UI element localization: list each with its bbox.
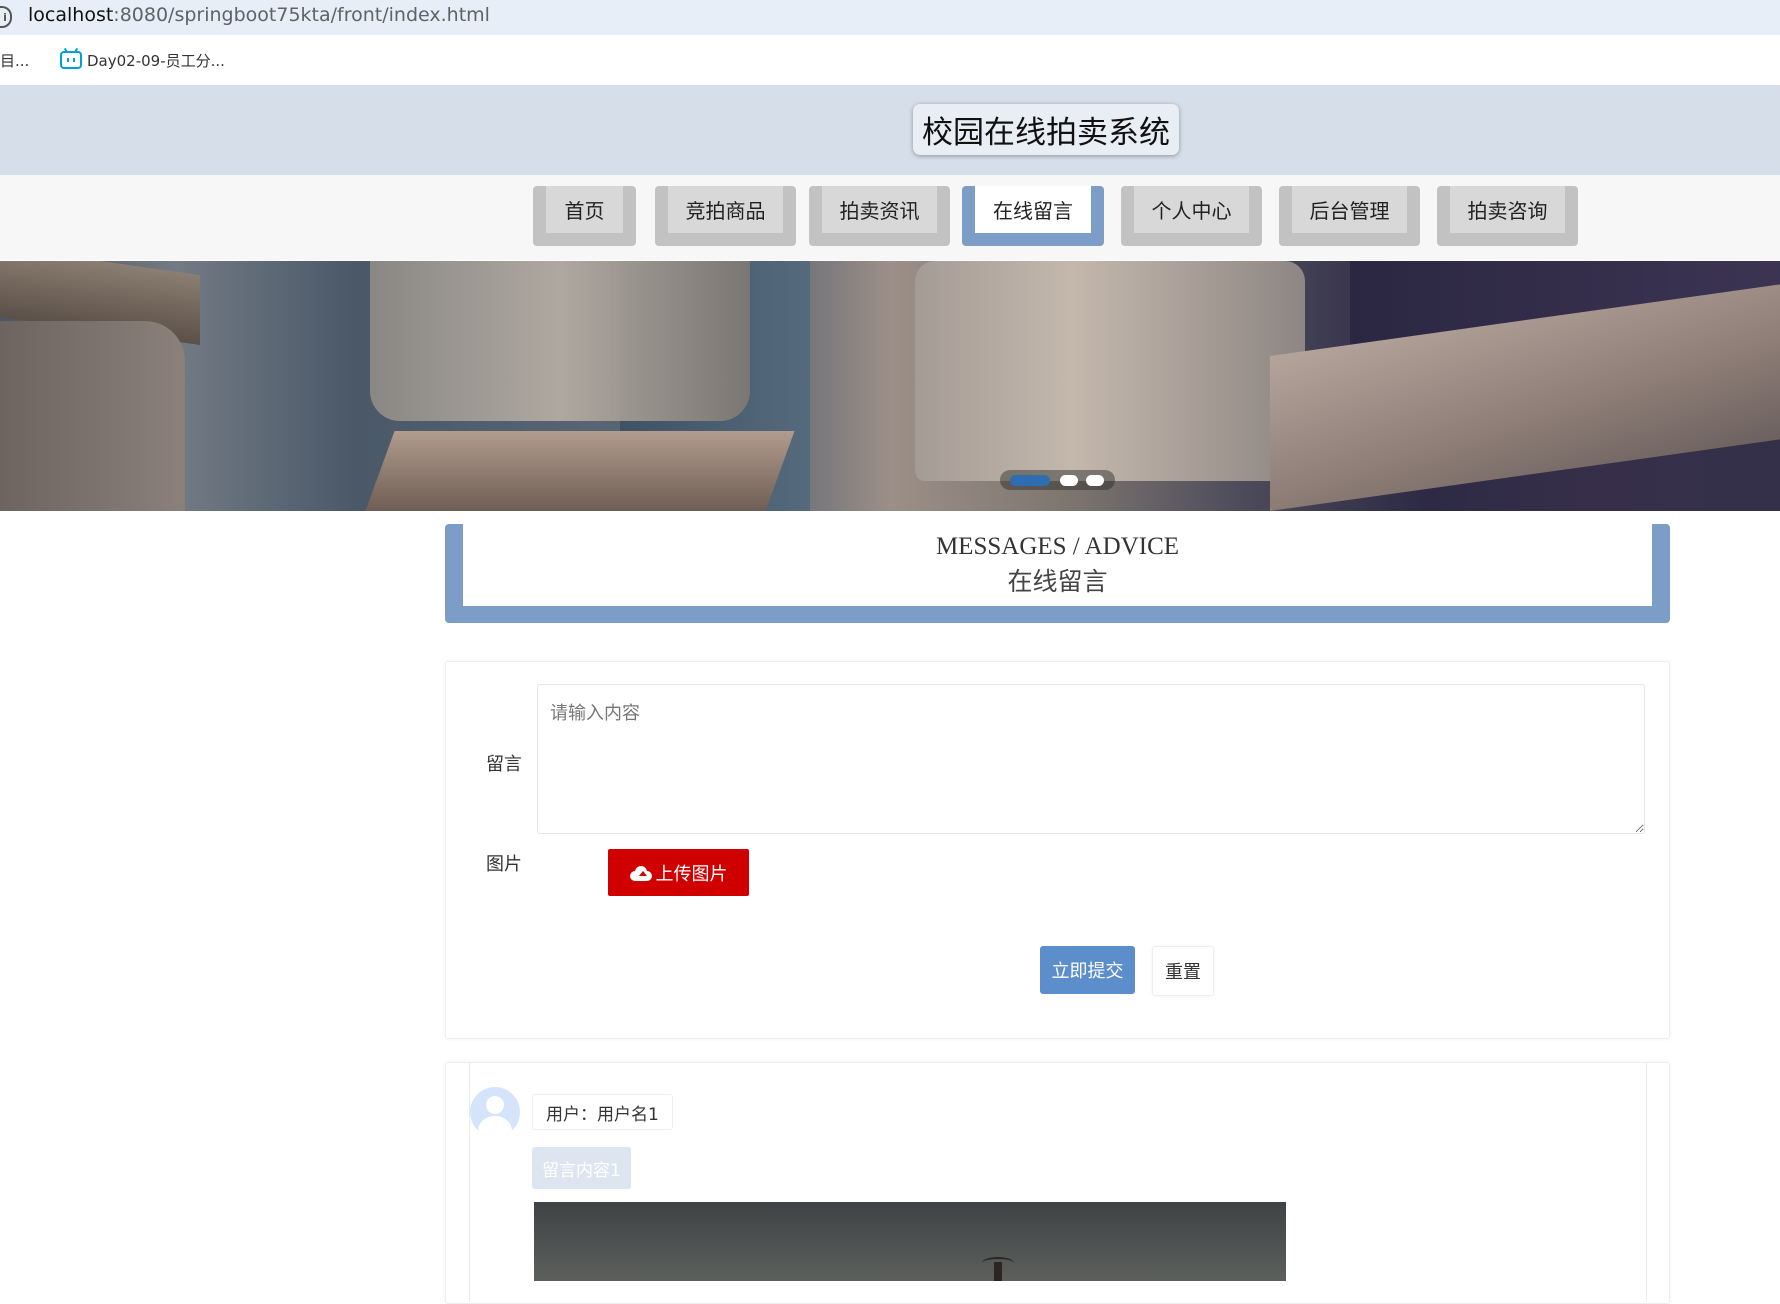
upload-image-button[interactable]: 上传图片	[608, 849, 749, 896]
reset-button[interactable]: 重置	[1152, 946, 1214, 996]
site-header	[0, 85, 1780, 175]
nav-item-label: 拍卖咨询	[1450, 186, 1565, 233]
message-textarea[interactable]	[537, 684, 1645, 834]
carousel-indicators	[1000, 470, 1115, 490]
nav-item-label: 首页	[546, 186, 623, 233]
nav-item-auction-goods[interactable]: 竞拍商品	[655, 186, 796, 246]
site-title: 校园在线拍卖系统	[913, 104, 1179, 155]
bookmark-item[interactable]: Day02-09-员工分...	[87, 50, 225, 71]
cloud-upload-icon	[629, 865, 652, 881]
message-label: 留言	[486, 754, 522, 775]
carousel-dot[interactable]	[1086, 475, 1104, 486]
bilibili-icon	[60, 51, 82, 69]
nav-item-messages[interactable]: 在线留言	[962, 186, 1104, 246]
section-title-en: MESSAGES / ADVICE	[935, 533, 1180, 560]
bilibili-eye-right	[73, 58, 75, 62]
banner-desk-middle	[365, 431, 795, 511]
nav-item-label: 在线留言	[975, 186, 1091, 233]
url-host: localhost	[28, 4, 114, 26]
nav-item-label: 拍卖资讯	[822, 186, 937, 233]
nav-item-home[interactable]: 首页	[533, 186, 636, 246]
url-path: :8080/springboot75kta/front/index.html	[113, 4, 490, 26]
image-tree-trunk	[994, 1262, 1002, 1281]
user-avatar-icon	[470, 1087, 520, 1137]
comment-image	[534, 1202, 1286, 1281]
comment-username: 用户：用户名1	[532, 1094, 673, 1130]
submit-button[interactable]: 立即提交	[1040, 946, 1135, 994]
upload-button-label: 上传图片	[655, 863, 728, 885]
bilibili-eye-left	[67, 58, 69, 62]
carousel-dot[interactable]	[1060, 475, 1078, 486]
nav-item-label: 竞拍商品	[668, 186, 783, 233]
banner-chair-right	[915, 261, 1305, 481]
banner-carousel[interactable]	[0, 261, 1780, 511]
bookmarks-bar	[0, 35, 1780, 85]
image-label: 图片	[486, 854, 522, 875]
bookmark-item[interactable]: 目...	[0, 50, 29, 71]
section-title-cn: 在线留言	[1007, 567, 1108, 596]
nav-item-admin[interactable]: 后台管理	[1279, 186, 1420, 246]
nav-item-label: 个人中心	[1134, 186, 1249, 233]
banner-chair-left	[0, 321, 185, 511]
nav-item-label: 后台管理	[1292, 186, 1407, 233]
carousel-dot-active[interactable]	[1010, 475, 1050, 486]
banner-chair-middle	[370, 261, 750, 421]
comment-content: 留言内容1	[532, 1147, 631, 1189]
url-text[interactable]: localhost:8080/springboot75kta/front/ind…	[28, 4, 490, 26]
nav-item-auction-news[interactable]: 拍卖资讯	[809, 186, 950, 246]
nav-item-personal-center[interactable]: 个人中心	[1121, 186, 1262, 246]
nav-item-consultation[interactable]: 拍卖咨询	[1437, 186, 1578, 246]
